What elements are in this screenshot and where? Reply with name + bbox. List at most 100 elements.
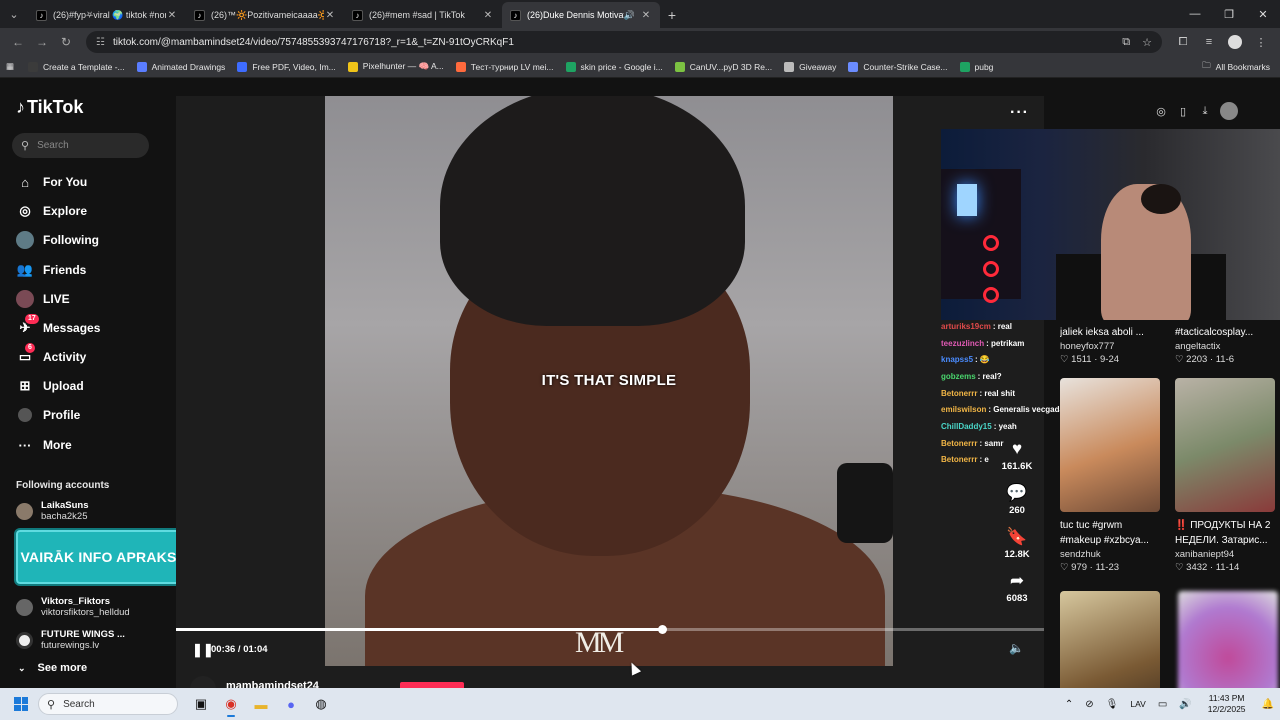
more-options-icon[interactable]: ··· xyxy=(1010,104,1029,122)
apps-icon[interactable]: ▦ xyxy=(6,61,14,72)
video-chair xyxy=(837,463,893,543)
video-card[interactable] xyxy=(1178,591,1278,688)
profile-avatar[interactable] xyxy=(1228,35,1242,49)
close-tab-icon[interactable]: ✕ xyxy=(482,10,494,21)
maximize-icon[interactable]: ❐ xyxy=(1212,0,1246,28)
nav-more[interactable]: ··· More xyxy=(16,434,72,456)
speaker-icon[interactable]: 🔊 xyxy=(624,10,635,21)
bookmark-item[interactable]: skin price - Google i... xyxy=(565,61,663,72)
clock[interactable]: 11:43 PM 12/2/2025 xyxy=(1208,693,1246,715)
close-window-icon[interactable]: ✕ xyxy=(1246,0,1280,28)
install-app-icon[interactable]: ⧉ xyxy=(1122,36,1130,49)
following-avatar-icon xyxy=(16,231,34,249)
comment-button[interactable]: 💬 260 xyxy=(997,483,1037,516)
bookmark-star-icon[interactable]: ☆ xyxy=(1142,36,1152,49)
video-beanie xyxy=(440,96,745,326)
author-avatar[interactable] xyxy=(190,676,216,688)
browser-tab[interactable]: ♪ (26)#fyp⛧viral 🌍 tiktok #northe ✕ xyxy=(28,2,186,28)
user-avatar[interactable] xyxy=(1220,102,1238,120)
speaker-icon[interactable]: 🔊 xyxy=(1179,699,1191,710)
phone-icon[interactable]: ▯ xyxy=(1172,105,1194,118)
tiktok-logo[interactable]: ♪ TikTok xyxy=(16,97,83,118)
bookmark-item[interactable]: Giveaway xyxy=(784,61,836,72)
site-info-icon[interactable]: ☷ xyxy=(96,37,105,48)
save-button[interactable]: 🔖 12.8K xyxy=(997,527,1037,560)
bookmark-favicon-icon xyxy=(28,61,39,72)
network-off-icon[interactable]: ⊘ xyxy=(1085,699,1093,710)
notification-bell-icon[interactable]: 🔔 xyxy=(1262,699,1274,710)
reading-list-icon[interactable]: ≡ xyxy=(1196,30,1222,54)
display-icon[interactable]: ▭ xyxy=(1158,699,1167,710)
see-more-button[interactable]: ⌄ See more xyxy=(18,662,87,674)
nav-for-you[interactable]: ⌂ For You xyxy=(16,171,87,193)
progress-handle[interactable] xyxy=(658,625,668,634)
nav-messages[interactable]: ✈ 17 Messages xyxy=(16,314,100,339)
author-name[interactable]: mambamindset24 xyxy=(226,680,319,688)
video-player[interactable]: IT'S THAT SIMPLE MM ❚❚ 00:36 / 01:04 🔈 m… xyxy=(176,96,1044,688)
minimize-icon[interactable]: — xyxy=(1178,0,1212,28)
reload-icon[interactable]: ↻ xyxy=(54,30,78,54)
bookmark-label: pubg xyxy=(974,61,994,72)
discord-icon[interactable]: ● xyxy=(277,690,305,718)
chevron-up-icon[interactable]: ⌃ xyxy=(1065,699,1073,710)
bookmark-favicon-icon xyxy=(237,61,248,72)
tab-search-icon[interactable]: ⌄ xyxy=(0,0,28,28)
new-tab-icon[interactable]: + xyxy=(660,2,684,28)
chat-text: : real xyxy=(992,321,1012,331)
back-icon[interactable]: ← xyxy=(6,30,30,54)
bookmark-item[interactable]: Pixelhunter — 🧠 A... xyxy=(347,61,444,72)
file-explorer-icon[interactable]: ▬ xyxy=(247,690,275,718)
coins-icon[interactable]: ◎ xyxy=(1150,105,1172,118)
nav-live[interactable]: LIVE xyxy=(16,288,70,310)
like-button[interactable]: ♥ 161.6K xyxy=(997,439,1037,472)
chrome-icon[interactable]: ◉ xyxy=(217,690,245,718)
close-tab-icon[interactable]: ✕ xyxy=(324,10,336,21)
video-card[interactable]: jaliek ieksa aboli ... honeyfox777 ♡ 151… xyxy=(1060,129,1160,365)
video-card[interactable]: #tacticalcosplay... angeltactix ♡ 2203 ·… xyxy=(1175,129,1275,365)
bookmark-item[interactable]: CanUV...pyD 3D Re... xyxy=(674,61,772,72)
video-card[interactable] xyxy=(1060,591,1160,688)
download-icon[interactable]: ⤓ xyxy=(1194,105,1216,118)
following-account[interactable]: FUTURE WINGS ... futurewings.lv xyxy=(16,629,125,651)
app-icon[interactable]: ◍ xyxy=(307,690,335,718)
nav-following[interactable]: Following xyxy=(16,229,99,251)
search-input[interactable]: ⚲ Search xyxy=(12,133,149,158)
microphone-icon[interactable]: 🎙 xyxy=(1106,699,1119,710)
task-view-icon[interactable]: ▣ xyxy=(187,690,215,718)
following-account[interactable]: LaikaSuns bacha2k25 xyxy=(16,500,89,522)
bookmark-item[interactable]: Free PDF, Video, Im... xyxy=(237,61,336,72)
language-indicator[interactable]: LAV xyxy=(1130,699,1145,709)
profile-avatar-icon xyxy=(16,406,34,424)
close-tab-icon[interactable]: ✕ xyxy=(166,10,178,21)
video-frame[interactable]: IT'S THAT SIMPLE MM xyxy=(325,96,893,666)
nav-profile[interactable]: Profile xyxy=(16,404,80,426)
sidebar: ♪ TikTok ⚲ Search ⌂ For You ◎ Explore Fo… xyxy=(0,79,202,688)
extensions-icon[interactable]: ⧠ xyxy=(1170,30,1196,54)
video-card[interactable]: tuc tuc #grwm #makeup #xzbcya... sendzhu… xyxy=(1060,378,1160,573)
chrome-menu-icon[interactable]: ⋮ xyxy=(1248,30,1274,54)
video-card[interactable]: ‼️ ПРОДУКТЫ НА 2 НЕДЕЛИ. Затарис... xani… xyxy=(1175,378,1275,573)
close-tab-icon[interactable]: ✕ xyxy=(640,10,652,21)
url-text[interactable]: tiktok.com/@mambamindset24/video/7574855… xyxy=(113,37,1110,48)
forward-icon[interactable]: → xyxy=(30,30,54,54)
bookmark-item[interactable]: Create a Template -... xyxy=(28,61,125,72)
nav-upload[interactable]: ⊞ Upload xyxy=(16,375,84,397)
progress-bar[interactable] xyxy=(176,625,1044,634)
address-bar[interactable]: ☷ tiktok.com/@mambamindset24/video/75748… xyxy=(86,31,1162,53)
bookmark-item[interactable]: Animated Drawings xyxy=(136,61,225,72)
nav-explore[interactable]: ◎ Explore xyxy=(16,200,87,222)
following-account[interactable]: Viktors_Fiktors viktorsfiktors_helldud xyxy=(16,596,130,618)
windows-start-icon[interactable] xyxy=(14,697,28,711)
browser-tab[interactable]: ♪ (26)#mem #sad | TikTok ✕ xyxy=(344,2,502,28)
bookmark-item[interactable]: Counter-Strike Case... xyxy=(848,61,948,72)
browser-tab[interactable]: ♪ (26)™🔆Pozitivameicaaaa🔆™ ✕ xyxy=(186,2,344,28)
nav-friends[interactable]: 👥 Friends xyxy=(16,259,86,281)
bookmark-item[interactable]: pubg xyxy=(959,61,994,72)
volume-icon[interactable]: 🔈 xyxy=(1009,641,1024,655)
bookmark-item[interactable]: Тест-турнир LV mei... xyxy=(455,61,554,72)
nav-activity[interactable]: ▭ 6 Activity xyxy=(16,343,86,368)
taskbar-search[interactable]: ⚲ Search xyxy=(38,693,178,715)
all-bookmarks[interactable]: 🗀 All Bookmarks xyxy=(1202,56,1270,78)
browser-tab-active[interactable]: ♪ (26)Duke Dennis Motivation 🔊 ✕ xyxy=(502,2,660,28)
share-button[interactable]: ➦ 6083 xyxy=(997,571,1037,604)
